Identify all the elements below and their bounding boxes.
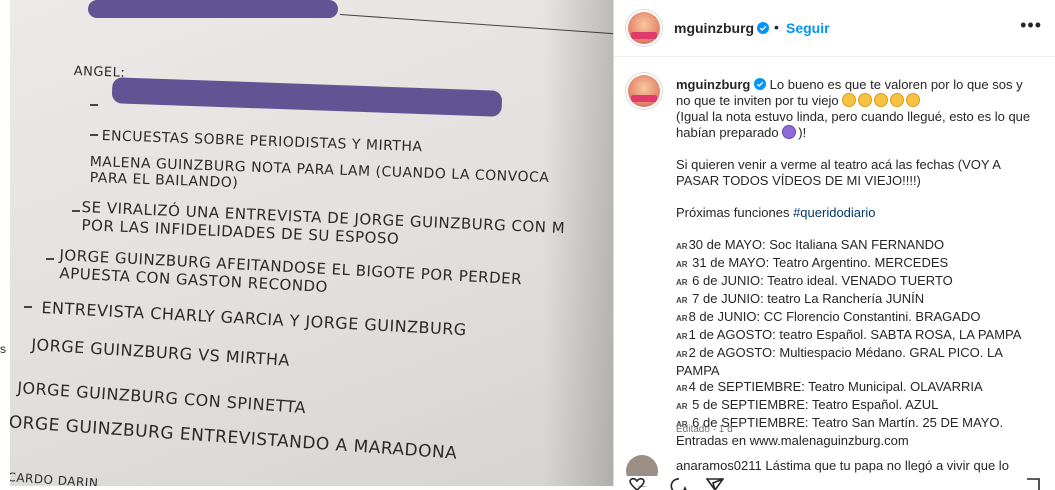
dash [90, 104, 98, 106]
follow-button[interactable]: Seguir [786, 20, 830, 36]
flag-icon: AR [676, 260, 688, 269]
strip-text: s [0, 342, 6, 356]
post-header: mguinzburg • Seguir ••• [614, 0, 1055, 57]
laughing-emoji-icon [906, 93, 921, 107]
laughing-emoji-icon [842, 93, 857, 107]
caption-username[interactable]: mguinzburg [676, 77, 750, 92]
verified-icon [754, 78, 767, 90]
caption-text: Próximas funciones [676, 205, 790, 220]
paper-line-text: JORGE GUINZBURG ENTREVISTANDO A MARADONA [10, 412, 458, 464]
date-line: AR 7 de JUNIO: teatro La Ranchería JUNÍN [676, 291, 925, 306]
caption-text: (Igual la nota estuvo linda, pero cuando… [676, 109, 1031, 140]
bookmark-icon[interactable] [1024, 478, 1042, 490]
flag-icon: AR [676, 296, 688, 305]
separator-dot: • [774, 19, 779, 35]
post-panel: mguinzburg • Seguir ••• mguinzburg Lo bu… [613, 0, 1055, 490]
photo-shadow [543, 0, 613, 486]
caption-text: Si quieren venir a verme al teatro acá l… [676, 157, 1001, 188]
date-line: AR 31 de MAYO: Teatro Argentino. MERCEDE… [676, 255, 949, 270]
paper-line-text: JORGE GUINZBURG VS MIRTHA [30, 335, 291, 370]
paper-line-text: ANGEL: [73, 64, 126, 81]
flag-icon: AR [676, 314, 688, 323]
date-line: AR 5 de SEPTIEMBRE: Teatro Español. AZUL [676, 397, 939, 412]
dash [72, 210, 80, 212]
flag-icon: AR [676, 278, 688, 287]
exploding-head-emoji-icon [782, 125, 797, 139]
laughing-emoji-icon [874, 93, 889, 107]
header-username[interactable]: mguinzburg [674, 20, 754, 36]
comment-icon[interactable] [670, 478, 688, 490]
paper-line-text: ENCUESTAS SOBRE PERIODISTAS Y MIRTHA [101, 128, 423, 156]
date-line: AR1 de AGOSTO: teatro Español. SABTA ROS… [676, 327, 1022, 342]
flag-icon: AR [676, 384, 688, 393]
more-options-icon[interactable]: ••• [1020, 16, 1042, 34]
redaction-scribble [88, 0, 338, 18]
background-strip [0, 0, 10, 486]
flag-icon: AR [676, 332, 688, 341]
date-line: AR30 de MAYO: Soc Italiana SAN FERNANDO [676, 237, 945, 252]
comment-text: anaramos0211 Lástima que tu papa no lleg… [676, 458, 1009, 473]
caption-text: )! [798, 125, 807, 140]
flag-icon: AR [676, 242, 688, 251]
paper-line-text: ENTREVISTA CHARLY GARCIA Y JORGE GUINZBU… [41, 298, 468, 340]
laughing-emoji-icon [890, 93, 905, 107]
post-caption: mguinzburg Lo bueno es que te valoren po… [676, 77, 1036, 449]
post-photo[interactable]: ANGEL: ENCUESTAS SOBRE PERIODISTAS Y MIR… [10, 0, 613, 486]
flag-icon: AR [676, 402, 688, 411]
edited-timestamp[interactable]: Editado · 1 d [676, 424, 733, 435]
date-line: AR 6 de JUNIO: Teatro ideal. VENADO TUER… [676, 273, 953, 288]
heart-icon[interactable] [628, 478, 646, 490]
redaction-scribble [111, 77, 503, 117]
caption-avatar[interactable] [628, 75, 660, 107]
verified-icon [757, 22, 769, 34]
avatar[interactable] [628, 12, 660, 44]
laughing-emoji-icon [858, 93, 873, 107]
flag-icon: AR [676, 350, 688, 359]
date-line: AR4 de SEPTIEMBRE: Teatro Municipal. OLA… [676, 379, 983, 394]
tickets-line: Entradas en www.malenaguinzburg.com [676, 433, 909, 448]
paper-line-text: CARDO DARIN [10, 470, 99, 486]
date-line: AR2 de AGOSTO: Multiespacio Médano. GRAL… [676, 345, 1003, 378]
dash [24, 306, 32, 308]
date-line: AR8 de JUNIO: CC Florencio Constantini. … [676, 309, 981, 324]
dash [46, 258, 54, 260]
hashtag-link[interactable]: #queridodiario [793, 205, 875, 220]
share-icon[interactable] [706, 478, 724, 490]
dash [90, 134, 98, 136]
paper-line-text: JORGE GUINZBURG CON SPINETTA [16, 378, 307, 418]
